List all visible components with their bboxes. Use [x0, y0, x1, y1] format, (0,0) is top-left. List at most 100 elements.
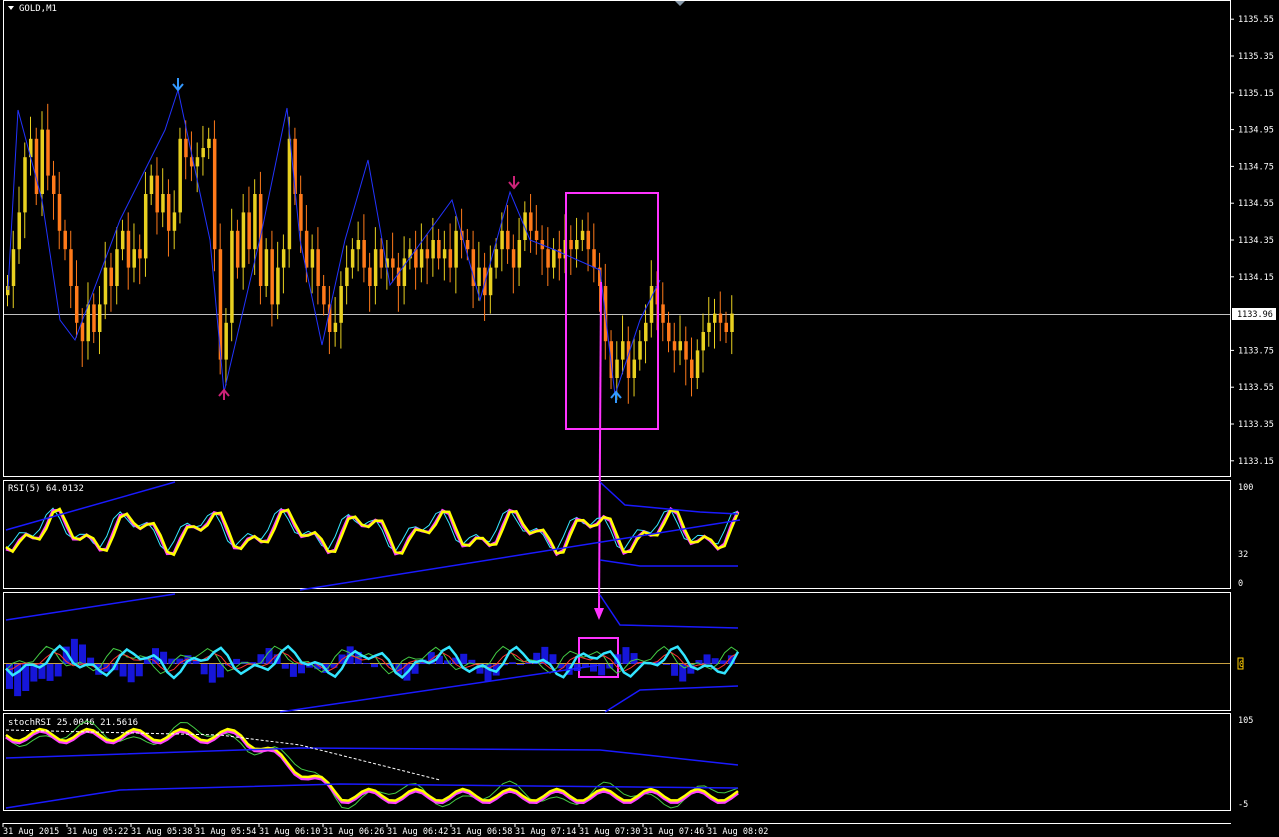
- candle-body: [138, 249, 142, 259]
- candle-body: [575, 240, 579, 250]
- candle-body: [488, 267, 493, 296]
- candle-body: [80, 322, 85, 342]
- macd-histogram-bar: [622, 647, 630, 664]
- rsi-lower-band: [299, 519, 741, 591]
- rsi-lines: [5, 481, 741, 591]
- candle-body: [615, 359, 619, 378]
- candle-body: [115, 249, 119, 286]
- candle-body: [621, 341, 625, 360]
- arrow-up-icon: [610, 390, 622, 403]
- candle-body: [431, 240, 435, 259]
- candle-body: [442, 249, 447, 259]
- macd-histogram-bar: [508, 662, 516, 664]
- candle-body: [241, 212, 246, 268]
- candle-body: [517, 240, 522, 268]
- price-label: 1133.35: [1238, 420, 1274, 430]
- price-label: 1134.95: [1238, 126, 1274, 136]
- candle-body: [230, 230, 234, 323]
- macd-upper-band-2: [599, 594, 739, 629]
- price-label: 1135.15: [1238, 89, 1274, 99]
- rsi-lower-band-2: [599, 559, 738, 567]
- stoch-title: stochRSI 25.0046 21.5616: [8, 718, 138, 728]
- price-axis: 1135.55 1135.35 1135.15 1134.95 1134.75 1134.…: [1230, 15, 1274, 467]
- candle-body: [212, 138, 217, 250]
- stoch-lines: [5, 720, 739, 810]
- candle-body: [345, 267, 349, 286]
- candle-body: [74, 286, 79, 323]
- candle-body: [707, 322, 711, 332]
- chart-menu-icon[interactable]: [8, 6, 14, 10]
- candle-body: [672, 341, 677, 351]
- candle-body: [201, 148, 205, 158]
- macd-histogram-bar: [6, 664, 13, 689]
- current-price-label: 1133.96: [1237, 310, 1273, 320]
- candle-body: [356, 240, 361, 250]
- price-label: 1134.55: [1238, 199, 1274, 209]
- macd-histogram-bar: [517, 664, 524, 666]
- candle-body: [557, 249, 562, 259]
- stoch-pink-line: [5, 729, 739, 805]
- candle-body: [718, 313, 723, 323]
- candle-body: [299, 194, 303, 231]
- candle-body: [166, 194, 171, 231]
- stoch-upper-band: [5, 747, 739, 766]
- candle-body: [391, 258, 395, 268]
- candle-body: [529, 212, 533, 231]
- candle-body: [172, 212, 177, 231]
- candle-body: [368, 267, 372, 286]
- candle-body: [592, 249, 596, 268]
- macd-histogram-bar: [265, 648, 273, 664]
- candle-body: [684, 341, 688, 360]
- candle-body: [552, 249, 556, 268]
- price-label: 1134.35: [1238, 236, 1274, 246]
- candle-body: [506, 230, 510, 250]
- candle-body: [195, 157, 200, 167]
- macd-histogram-bar: [289, 664, 297, 677]
- candle-body: [304, 230, 309, 268]
- candle-body: [649, 286, 654, 323]
- main-chart-frame[interactable]: [3, 0, 1231, 477]
- candle-body: [92, 304, 96, 332]
- macd-histogram-bar: [362, 663, 370, 664]
- stoch-level-neg5: -5: [1238, 800, 1248, 810]
- candle-body: [373, 249, 378, 286]
- time-label: 31 Aug 06:26: [323, 827, 384, 837]
- candle-body: [402, 258, 407, 286]
- candle-body: [638, 341, 642, 360]
- candle-body: [97, 304, 102, 332]
- candle-body: [143, 194, 148, 259]
- macd-histogram-bar: [671, 664, 679, 676]
- candle-body: [11, 249, 16, 286]
- candle-body: [546, 249, 550, 268]
- candle-body: [454, 230, 458, 268]
- candle-body: [419, 249, 424, 268]
- macd-histogram-bar: [208, 664, 216, 683]
- candle-body: [287, 138, 292, 250]
- price-label: 1133.75: [1238, 346, 1274, 356]
- candle-body: [46, 129, 50, 176]
- candle-body: [494, 249, 499, 268]
- chart-window[interactable]: GOLD,M1 1133.96 1135.551135.351135.15113…: [0, 0, 1279, 837]
- candle-body: [690, 359, 694, 378]
- candle-body: [86, 304, 90, 342]
- candle-body: [500, 230, 504, 250]
- candle-body: [69, 249, 73, 286]
- price-label: 1135.55: [1238, 15, 1274, 25]
- price-label: 1133.15: [1238, 457, 1274, 467]
- macd-upper-band: [5, 593, 176, 621]
- candle-body: [396, 267, 401, 286]
- candle-body: [580, 230, 585, 240]
- candle-body: [695, 350, 700, 378]
- shift-marker-icon[interactable]: [675, 1, 685, 6]
- candle-body: [425, 249, 430, 259]
- candle-body: [224, 322, 228, 360]
- time-label: 31 Aug 07:14: [515, 827, 576, 837]
- zero-level-label: 0: [1239, 660, 1244, 670]
- candle-body: [264, 249, 269, 286]
- macd-histogram-bar: [371, 664, 378, 668]
- annotation-arrow[interactable]: [594, 281, 604, 620]
- candle-body: [534, 230, 539, 240]
- macd-histogram-bar: [298, 664, 305, 674]
- time-label: 31 Aug 05:38: [131, 827, 192, 837]
- macd-histogram-bar: [127, 664, 135, 683]
